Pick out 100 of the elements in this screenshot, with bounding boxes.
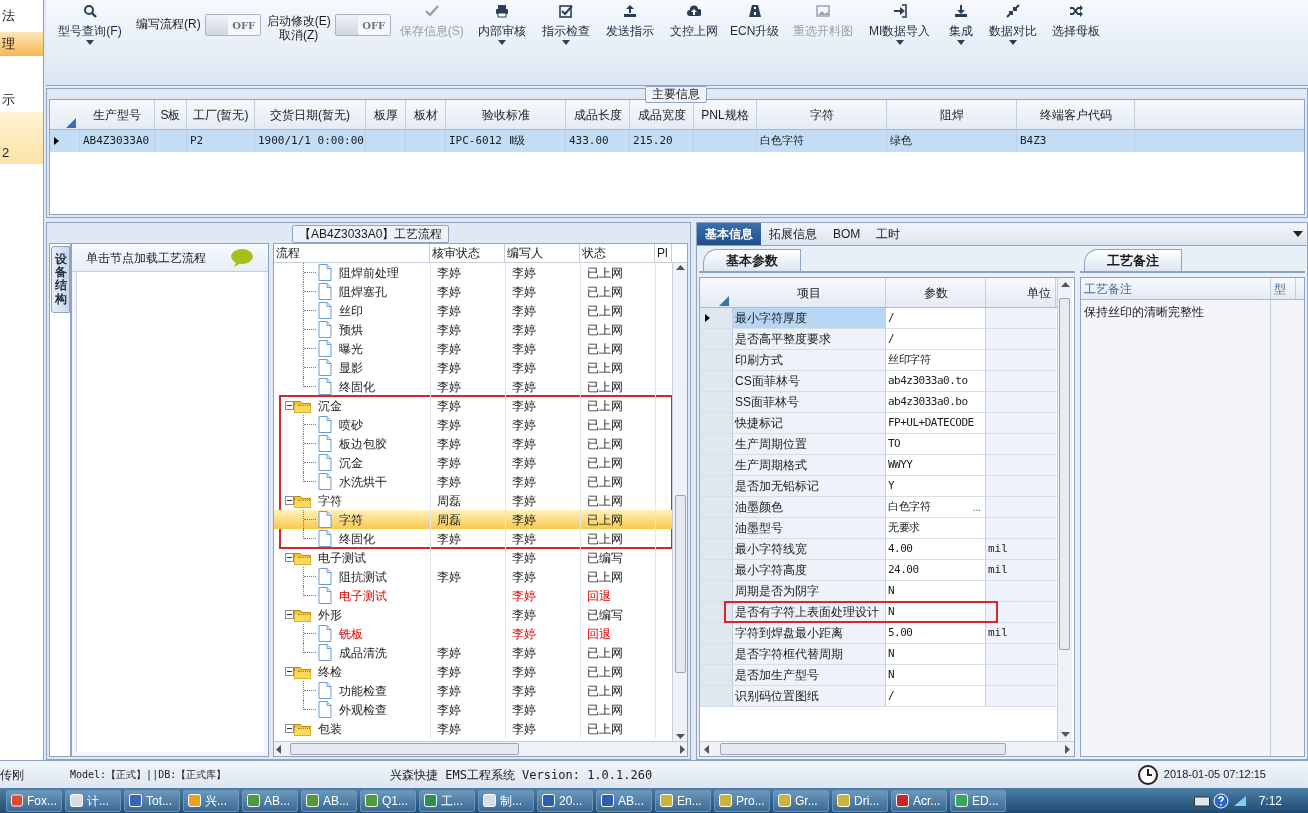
column-header[interactable]: 工艺备注	[1081, 278, 1271, 299]
table-row[interactable]: 周期是否为阴字 N	[700, 581, 1057, 602]
toggle-switch[interactable]: OFF	[334, 14, 391, 36]
column-header[interactable]: 单位	[986, 278, 1056, 307]
tree-row[interactable]: 沉金 李婷 李婷 已上网	[274, 396, 672, 415]
nav-item[interactable]: 示	[0, 88, 43, 112]
toolbar-button[interactable]: 选择母板	[1044, 2, 1107, 58]
table-row[interactable]: 字符到焊盘最小距离 5.00 mil	[700, 623, 1057, 644]
toolbar-button[interactable]: 型号查询(F)	[50, 2, 130, 58]
toolbar-button[interactable]: ECN升级	[728, 2, 781, 58]
tree-row[interactable]: 电子测试 李婷 回退	[274, 586, 672, 605]
toggle-switch[interactable]: OFF	[204, 14, 261, 36]
tree-row[interactable]: 铣板 李婷 回退	[274, 624, 672, 643]
table-row[interactable]: 识别码位置图纸 /	[700, 686, 1057, 707]
toolbar-button[interactable]: 数据对比	[986, 2, 1039, 58]
collapse-icon[interactable]	[285, 724, 294, 733]
tree-row[interactable]: 阻抗测试 李婷 李婷 已上网	[274, 567, 672, 586]
column-header[interactable]: 成品长度	[566, 100, 630, 129]
table-row[interactable]: 是否字符框代替周期 N	[700, 644, 1057, 665]
tree-row[interactable]: 功能检查 李婷 李婷 已上网	[274, 681, 672, 700]
taskbar-button[interactable]: 兴...	[183, 789, 239, 812]
table-row[interactable]: 最小字符高度 24.00 mil	[700, 560, 1057, 581]
tree-row[interactable]: 水洗烘干 李婷 李婷 已上网	[274, 472, 672, 491]
table-row[interactable]: 生产周期位置 TO	[700, 434, 1057, 455]
tree-row[interactable]: 外观检查 李婷 李婷 已上网	[274, 700, 672, 719]
tree-row[interactable]: 终固化 李婷 李婷 已上网	[274, 377, 672, 396]
vertical-scrollbar[interactable]	[672, 263, 687, 741]
toolbar-button[interactable]: 指示检查	[536, 2, 595, 58]
collapse-icon[interactable]	[285, 401, 294, 410]
toolbar-button[interactable]: 集成	[940, 2, 981, 58]
nav-item[interactable]: 2	[0, 112, 43, 164]
tab[interactable]: 拓展信息	[761, 223, 825, 245]
column-header[interactable]: 流程	[274, 244, 430, 262]
column-header[interactable]: 字符	[757, 100, 887, 129]
nav-item[interactable]: 理	[0, 32, 43, 56]
scroll-down-icon[interactable]	[675, 734, 685, 739]
dropdown-icon[interactable]	[1293, 231, 1303, 237]
taskbar-button[interactable]: AB...	[596, 789, 652, 812]
ellipsis-button[interactable]: ...	[972, 499, 981, 515]
table-row[interactable]: 油墨型号 无要求	[700, 518, 1057, 539]
column-header[interactable]: Pl	[655, 244, 672, 262]
tree-row[interactable]: 显影 李婷 李婷 已上网	[274, 358, 672, 377]
table-row[interactable]: 印刷方式 丝印字符	[700, 350, 1057, 371]
collapse-icon[interactable]	[285, 610, 294, 619]
tree-row[interactable]: 丝印 李婷 李婷 已上网	[274, 301, 672, 320]
column-header[interactable]: 阻焊	[887, 100, 1017, 129]
panel-tab[interactable]: 基本参数	[703, 249, 801, 271]
scroll-up-icon[interactable]	[1060, 282, 1070, 287]
taskbar-button[interactable]: 20...	[537, 789, 593, 812]
tree-row[interactable]: 成品清洗 李婷 李婷 已上网	[274, 643, 672, 662]
tree-row[interactable]: 外形 李婷 已编写	[274, 605, 672, 624]
tree-row[interactable]: 板边包胶 李婷 李婷 已上网	[274, 434, 672, 453]
table-row[interactable]: 快捷标记 FP+UL+DATECODE	[700, 413, 1057, 434]
taskbar-button[interactable]: ED...	[950, 789, 1006, 812]
taskbar-button[interactable]: Acr...	[891, 789, 947, 812]
tree-row[interactable]: 曝光 李婷 李婷 已上网	[274, 339, 672, 358]
table-row[interactable]: 最小字符厚度 /	[700, 308, 1057, 329]
taskbar-button[interactable]: Dri...	[832, 789, 888, 812]
column-header[interactable]: 核审状态	[430, 244, 505, 262]
column-header[interactable]: 交货日期(暂无)	[255, 100, 366, 129]
column-header[interactable]: 编写人	[505, 244, 580, 262]
toolbar-button[interactable]: MI数据导入	[864, 2, 935, 58]
tree-row[interactable]: 预烘 李婷 李婷 已上网	[274, 320, 672, 339]
table-row[interactable]: 最小字符线宽 4.00 mil	[700, 539, 1057, 560]
taskbar-button[interactable]: 计...	[65, 789, 121, 812]
column-header[interactable]: 生产型号	[80, 100, 155, 129]
taskbar-button[interactable]: Gr...	[773, 789, 829, 812]
column-header[interactable]: 成品宽度	[630, 100, 694, 129]
scroll-up-icon[interactable]	[675, 265, 685, 270]
tree-row[interactable]: 终检 李婷 李婷 已上网	[274, 662, 672, 681]
toolbar-button[interactable]: 发送指示	[600, 2, 659, 58]
taskbar-button[interactable]: AB...	[301, 789, 357, 812]
scroll-left-icon[interactable]	[704, 744, 709, 754]
table-row[interactable]: 是否有字符上表面处理设计 N	[700, 602, 1057, 623]
scroll-thumb[interactable]	[1059, 298, 1070, 650]
column-header[interactable]: 验收标准	[446, 100, 566, 129]
column-header[interactable]: S板	[155, 100, 187, 129]
horizontal-scrollbar[interactable]	[274, 741, 687, 756]
tree-row[interactable]: 终固化 李婷 李婷 已上网	[274, 529, 672, 548]
scroll-thumb[interactable]	[720, 743, 1006, 755]
table-row[interactable]: SS面菲林号 ab4z3033a0.bo	[700, 392, 1057, 413]
taskbar-button[interactable]: En...	[655, 789, 711, 812]
taskbar-button[interactable]: 工...	[419, 789, 475, 812]
column-header[interactable]: 参数	[886, 278, 986, 307]
horizontal-scrollbar[interactable]	[700, 741, 1074, 756]
collapse-icon[interactable]	[285, 553, 294, 562]
scroll-thumb[interactable]	[290, 743, 519, 755]
column-header[interactable]: 板厚	[366, 100, 406, 129]
table-row[interactable]: AB4Z3033A0 P2 1900/1/1 0:00:00 IPC-6012 Ⅱ级 433.00 215.20 白色字符 绿色 B4Z3	[50, 130, 1304, 152]
table-row[interactable]: 是否加无铅标记 Y	[700, 476, 1057, 497]
tab[interactable]: BOM	[825, 223, 869, 245]
side-tab[interactable]: 设备结构	[51, 246, 70, 313]
column-header[interactable]: 终端客户代码	[1017, 100, 1135, 129]
table-row[interactable]: CS面菲林号 ab4z3033a0.to	[700, 371, 1057, 392]
panel-tab[interactable]: 工艺备注	[1084, 249, 1182, 271]
column-header[interactable]: 型	[1271, 278, 1296, 299]
tree-row[interactable]: 阻焊前处理 李婷 李婷 已上网	[274, 263, 672, 282]
tab[interactable]: 基本信息	[697, 223, 761, 245]
taskbar-button[interactable]: Tot...	[124, 789, 180, 812]
nav-item[interactable]: 法	[0, 4, 43, 28]
